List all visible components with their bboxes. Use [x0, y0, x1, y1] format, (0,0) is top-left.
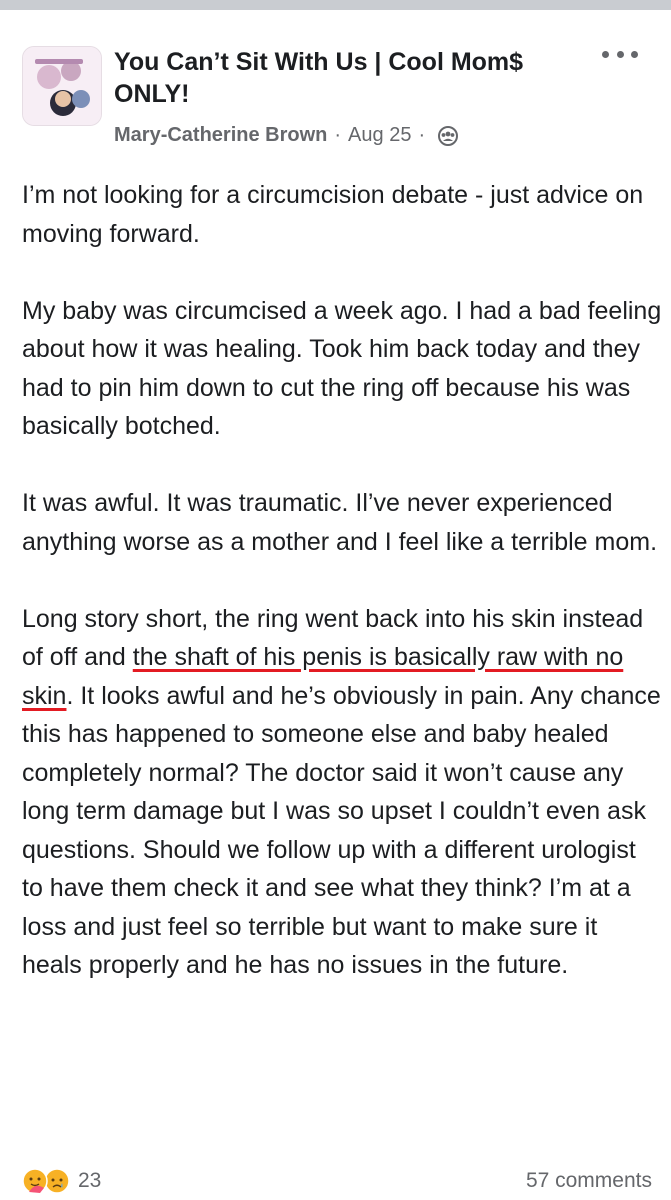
more-dot	[616, 50, 624, 58]
post-date[interactable]: Aug 25	[348, 124, 411, 147]
post-meta: Mary-Catherine Brown · Aug 25 ·	[114, 124, 459, 147]
paragraph-text: . It looks awful and he’s obviously in p…	[22, 681, 661, 980]
reactions-summary[interactable]: 23	[22, 1168, 101, 1194]
comments-count-link[interactable]: 57 comments	[526, 1169, 652, 1193]
meta-separator: ·	[418, 124, 426, 146]
post-header: You Can’t Sit With Us | Cool Mom$ ONLY! …	[22, 40, 652, 155]
post-footer: 23 57 comments	[22, 1163, 652, 1199]
top-divider	[0, 0, 671, 10]
post-paragraph: It was awful. It was traumatic. Il’ve ne…	[22, 489, 658, 556]
more-dot	[631, 50, 638, 58]
post-paragraph: Long story short, the ring went back int…	[22, 600, 662, 985]
more-options-button[interactable]	[602, 42, 638, 66]
group-audience-icon[interactable]	[438, 125, 459, 146]
post-paragraph: My baby was circumcised a week ago. I ha…	[22, 296, 662, 441]
group-name[interactable]: You Can’t Sit With Us | Cool Mom$ ONLY!	[114, 46, 584, 110]
post-paragraph: I’m not looking for a circumcision debat…	[22, 181, 644, 248]
reaction-count: 23	[78, 1169, 102, 1192]
care-reaction-icon	[22, 1168, 48, 1194]
meta-separator: ·	[334, 124, 342, 146]
group-avatar-image	[23, 47, 101, 125]
more-dot	[602, 50, 609, 58]
post-text: I’m not looking for a circumcision debat…	[22, 176, 662, 985]
group-avatar[interactable]	[22, 46, 102, 126]
author-name[interactable]: Mary-Catherine Brown	[114, 124, 327, 147]
